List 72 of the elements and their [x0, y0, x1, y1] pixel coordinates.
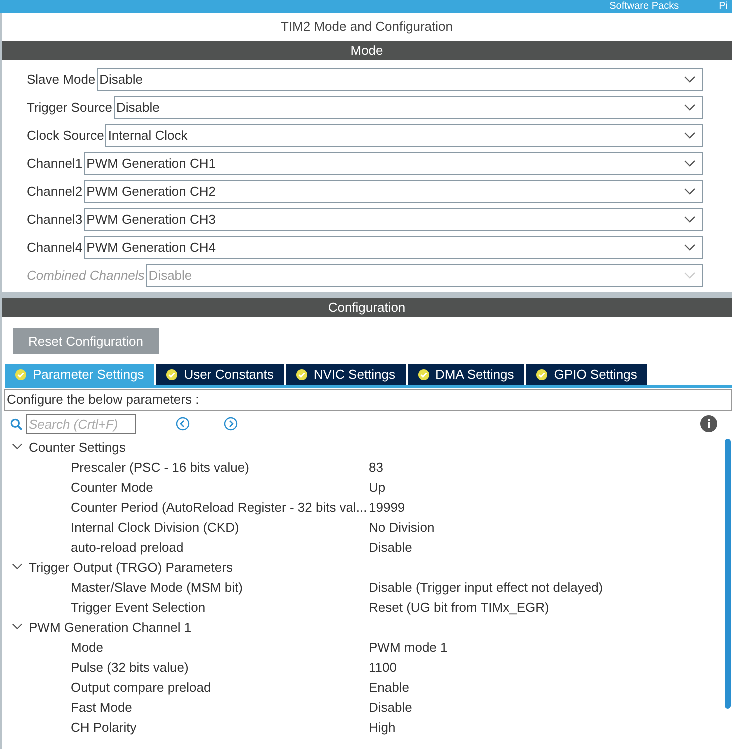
- chevron-down-icon: [684, 104, 696, 112]
- window-title: TIM2 Mode and Configuration: [2, 13, 732, 41]
- field-label: Channel1: [27, 156, 83, 171]
- parameter-value[interactable]: Disable: [369, 700, 412, 714]
- info-icon[interactable]: [700, 415, 718, 433]
- tab[interactable]: DMA Settings: [408, 364, 524, 385]
- check-circle-icon: [296, 368, 308, 380]
- tree-group[interactable]: Counter Settings: [29, 440, 126, 454]
- parameter-name[interactable]: Pulse (32 bits value): [71, 660, 369, 674]
- search-icon: [10, 418, 23, 430]
- parameter-name[interactable]: Counter Mode: [71, 480, 369, 494]
- parameter-name[interactable]: Counter Period (AutoReload Register - 32 bits val...: [71, 500, 369, 514]
- parameter-value[interactable]: Enable: [369, 680, 410, 694]
- expand-chevron-icon[interactable]: [12, 443, 23, 451]
- field-label: Combined Channels: [27, 268, 145, 283]
- parameter-name[interactable]: Output compare preload: [71, 680, 369, 694]
- dropdown[interactable]: Disable: [96, 68, 703, 91]
- tab[interactable]: NVIC Settings: [286, 364, 406, 385]
- field-label: Trigger Source: [27, 100, 112, 115]
- chevron-down-icon: [684, 244, 696, 252]
- next-icon[interactable]: [224, 417, 238, 431]
- dropdown[interactable]: PWM Generation CH4: [84, 236, 703, 259]
- parameter-value[interactable]: Up: [369, 480, 386, 494]
- expand-chevron-icon[interactable]: [12, 623, 23, 631]
- hint-text: Configure the below parameters :: [4, 389, 732, 411]
- chevron-down-icon: [684, 160, 696, 168]
- field-label: Channel2: [27, 184, 83, 199]
- parameter-name[interactable]: Trigger Event Selection: [71, 600, 369, 614]
- field-label: Channel4: [27, 240, 83, 255]
- parameter-name[interactable]: Master/Slave Mode (MSM bit): [71, 580, 369, 594]
- field-label: Slave Mode: [27, 72, 96, 87]
- chevron-down-icon: [684, 76, 696, 84]
- previous-icon[interactable]: [176, 417, 190, 431]
- expand-chevron-icon[interactable]: [12, 563, 23, 571]
- parameter-value[interactable]: 19999: [369, 500, 406, 514]
- check-circle-icon: [536, 368, 548, 380]
- dropdown[interactable]: PWM Generation CH3: [84, 208, 703, 231]
- tree-group[interactable]: Trigger Output (TRGO) Parameters: [29, 560, 233, 574]
- dropdown[interactable]: Disable: [114, 96, 703, 119]
- parameter-value[interactable]: Disable (Trigger input effect not delayed): [369, 580, 604, 594]
- parameter-value[interactable]: Reset (UG bit from TIMx_EGR): [369, 600, 550, 614]
- parameter-value[interactable]: PWM mode 1: [369, 640, 448, 654]
- check-circle-icon: [15, 368, 27, 380]
- check-circle-icon: [166, 368, 178, 380]
- parameter-value[interactable]: No Division: [369, 520, 435, 534]
- section-header: Mode: [2, 41, 732, 60]
- tab[interactable]: GPIO Settings: [526, 364, 648, 385]
- search-field[interactable]: Search (Crtl+F): [26, 414, 136, 434]
- parameter-name[interactable]: auto-reload preload: [71, 540, 369, 554]
- parameter-value[interactable]: High: [369, 720, 396, 734]
- field-label: Channel3: [27, 212, 83, 227]
- parameter-name[interactable]: Fast Mode: [71, 700, 369, 714]
- parameter-name[interactable]: CH Polarity: [71, 720, 369, 734]
- dropdown[interactable]: PWM Generation CH1: [84, 152, 703, 175]
- parameter-value[interactable]: 83: [369, 460, 384, 474]
- section-header: Configuration: [2, 298, 732, 317]
- tree-group[interactable]: PWM Generation Channel 1: [29, 620, 192, 634]
- field-label: Clock Source: [27, 128, 104, 143]
- parameter-value[interactable]: 1100: [369, 660, 397, 674]
- tab[interactable]: User Constants: [156, 364, 284, 385]
- scrollbar[interactable]: [725, 439, 731, 709]
- chevron-down-icon: [684, 188, 696, 196]
- chevron-down-icon: [684, 132, 696, 140]
- dropdown[interactable]: Internal Clock: [105, 124, 703, 147]
- dropdown[interactable]: PWM Generation CH2: [84, 180, 703, 203]
- parameter-name[interactable]: Internal Clock Division (CKD): [71, 520, 369, 534]
- chevron-down-icon: [684, 272, 696, 280]
- parameter-name[interactable]: Mode: [71, 640, 369, 654]
- check-circle-icon: [418, 368, 430, 380]
- parameter-value[interactable]: Disable: [369, 540, 412, 554]
- parameter-name[interactable]: Prescaler (PSC - 16 bits value): [71, 460, 369, 474]
- chevron-down-icon: [684, 216, 696, 224]
